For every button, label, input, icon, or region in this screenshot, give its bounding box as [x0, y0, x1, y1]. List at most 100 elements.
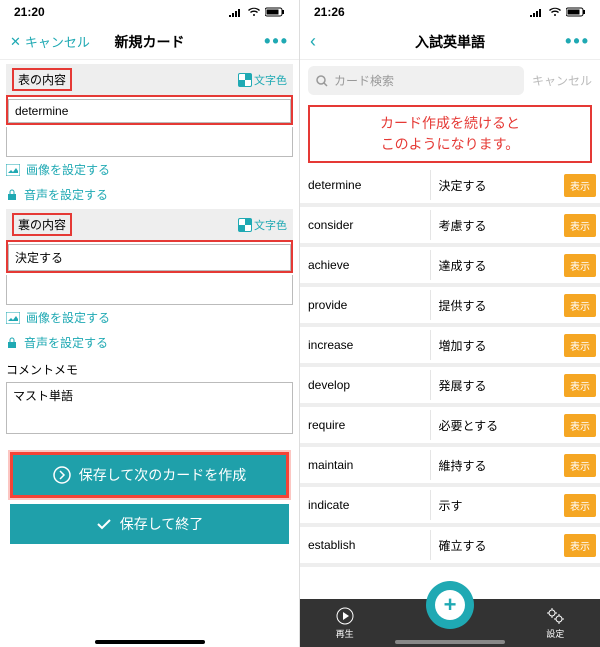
- page-title: 新規カード: [115, 32, 185, 52]
- table-row[interactable]: provide提供する表示: [300, 287, 600, 327]
- table-row[interactable]: require必要とする表示: [300, 407, 600, 447]
- show-badge[interactable]: 表示: [564, 294, 596, 317]
- lock-icon: [6, 189, 18, 201]
- save-next-label: 保存して次のカードを作成: [79, 465, 247, 485]
- nav-bar: ‹ 入試英単語 •••: [300, 24, 600, 60]
- table-row[interactable]: increase増加する表示: [300, 327, 600, 367]
- comment-input[interactable]: マスト単語: [6, 382, 293, 434]
- cell-ja: 考慮する: [431, 209, 561, 242]
- back-section-header: 裏の内容 文字色: [6, 209, 293, 240]
- show-badge[interactable]: 表示: [564, 414, 596, 437]
- set-image-label: 画像を設定する: [26, 161, 110, 178]
- note-line-1: カード作成を続けると: [316, 113, 584, 134]
- cancel-label: キャンセル: [25, 32, 90, 51]
- cell-en: determine: [300, 170, 431, 200]
- color-label: 文字色: [254, 217, 287, 233]
- front-input-ext[interactable]: [6, 127, 293, 157]
- status-icons: [229, 7, 285, 17]
- cell-ja: 増加する: [431, 329, 561, 362]
- cell-en: develop: [300, 370, 431, 400]
- status-bar: 21:20: [0, 0, 299, 24]
- set-audio-back[interactable]: 音声を設定する: [6, 330, 293, 355]
- cell-ja: 確立する: [431, 529, 561, 562]
- lock-icon: [6, 337, 18, 349]
- show-badge[interactable]: 表示: [564, 334, 596, 357]
- bottom-bar: 再生 設定 +: [300, 599, 600, 647]
- search-placeholder: カード検索: [334, 72, 394, 89]
- settings-tab[interactable]: 設定: [546, 607, 564, 640]
- table-row[interactable]: consider考慮する表示: [300, 207, 600, 247]
- set-image-label: 画像を設定する: [26, 309, 110, 326]
- front-input[interactable]: determine: [8, 99, 291, 123]
- table-row[interactable]: achieve達成する表示: [300, 247, 600, 287]
- front-section-header: 表の内容 文字色: [6, 64, 293, 95]
- table-row[interactable]: indicate示す表示: [300, 487, 600, 527]
- add-card-button[interactable]: +: [426, 581, 474, 629]
- cell-en: provide: [300, 290, 431, 320]
- plus-icon: +: [435, 590, 465, 620]
- color-icon: [238, 73, 252, 87]
- status-time: 21:20: [14, 5, 45, 19]
- home-indicator: [95, 640, 205, 644]
- cancel-button[interactable]: ✕ キャンセル: [10, 32, 90, 51]
- save-end-label: 保存して終了: [120, 514, 204, 534]
- show-badge[interactable]: 表示: [564, 174, 596, 197]
- cell-en: maintain: [300, 450, 431, 480]
- show-badge[interactable]: 表示: [564, 494, 596, 517]
- show-badge[interactable]: 表示: [564, 534, 596, 557]
- front-input-wrap: determine: [6, 95, 293, 157]
- text-color-button-back[interactable]: 文字色: [238, 217, 287, 233]
- table-row[interactable]: develop発展する表示: [300, 367, 600, 407]
- text-color-button[interactable]: 文字色: [238, 72, 287, 88]
- cell-ja: 必要とする: [431, 409, 561, 442]
- cell-en: require: [300, 410, 431, 440]
- front-label: 表の内容: [12, 68, 72, 91]
- show-badge[interactable]: 表示: [564, 214, 596, 237]
- back-button[interactable]: ‹: [310, 31, 316, 52]
- search-cancel[interactable]: キャンセル: [532, 72, 592, 89]
- settings-label: 設定: [546, 627, 564, 640]
- note-line-2: このようになります。: [316, 134, 584, 155]
- status-icons: [530, 7, 586, 17]
- color-icon: [238, 218, 252, 232]
- set-image-front[interactable]: 画像を設定する: [6, 157, 293, 182]
- show-badge[interactable]: 表示: [564, 374, 596, 397]
- back-input[interactable]: 決定する: [8, 244, 291, 271]
- comment-label: コメントメモ: [6, 355, 293, 380]
- image-icon: [6, 312, 20, 324]
- back-label: 裏の内容: [12, 213, 72, 236]
- more-button[interactable]: •••: [264, 31, 289, 52]
- wifi-icon: [548, 7, 562, 17]
- cell-en: consider: [300, 210, 431, 240]
- search-input[interactable]: カード検索: [308, 66, 524, 95]
- signal-icon: [229, 7, 243, 17]
- back-input-ext[interactable]: [6, 275, 293, 305]
- save-and-end-button[interactable]: 保存して終了: [10, 504, 289, 544]
- check-icon: [96, 516, 112, 532]
- cell-en: achieve: [300, 250, 431, 280]
- battery-icon: [265, 7, 285, 17]
- table-row[interactable]: establish確立する表示: [300, 527, 600, 567]
- cell-en: establish: [300, 530, 431, 560]
- set-audio-front[interactable]: 音声を設定する: [6, 182, 293, 207]
- search-row: カード検索 キャンセル: [300, 60, 600, 101]
- save-and-next-button[interactable]: 保存して次のカードを作成: [10, 452, 289, 498]
- table-row[interactable]: maintain維持する表示: [300, 447, 600, 487]
- table-row[interactable]: determine決定する表示: [300, 167, 600, 207]
- play-tab[interactable]: 再生: [336, 607, 354, 640]
- arrow-right-circle-icon: [53, 466, 71, 484]
- cell-ja: 提供する: [431, 289, 561, 322]
- back-input-wrap: 決定する: [6, 240, 293, 305]
- cell-en: increase: [300, 330, 431, 360]
- set-audio-label: 音声を設定する: [24, 334, 108, 351]
- cell-ja: 決定する: [431, 169, 561, 202]
- show-badge[interactable]: 表示: [564, 254, 596, 277]
- annotation-note: カード作成を続けると このようになります。: [308, 105, 592, 163]
- status-time: 21:26: [314, 5, 345, 19]
- nav-bar: ✕ キャンセル 新規カード •••: [0, 24, 299, 60]
- cell-ja: 発展する: [431, 369, 561, 402]
- more-button[interactable]: •••: [565, 31, 590, 52]
- cell-ja: 維持する: [431, 449, 561, 482]
- set-image-back[interactable]: 画像を設定する: [6, 305, 293, 330]
- show-badge[interactable]: 表示: [564, 454, 596, 477]
